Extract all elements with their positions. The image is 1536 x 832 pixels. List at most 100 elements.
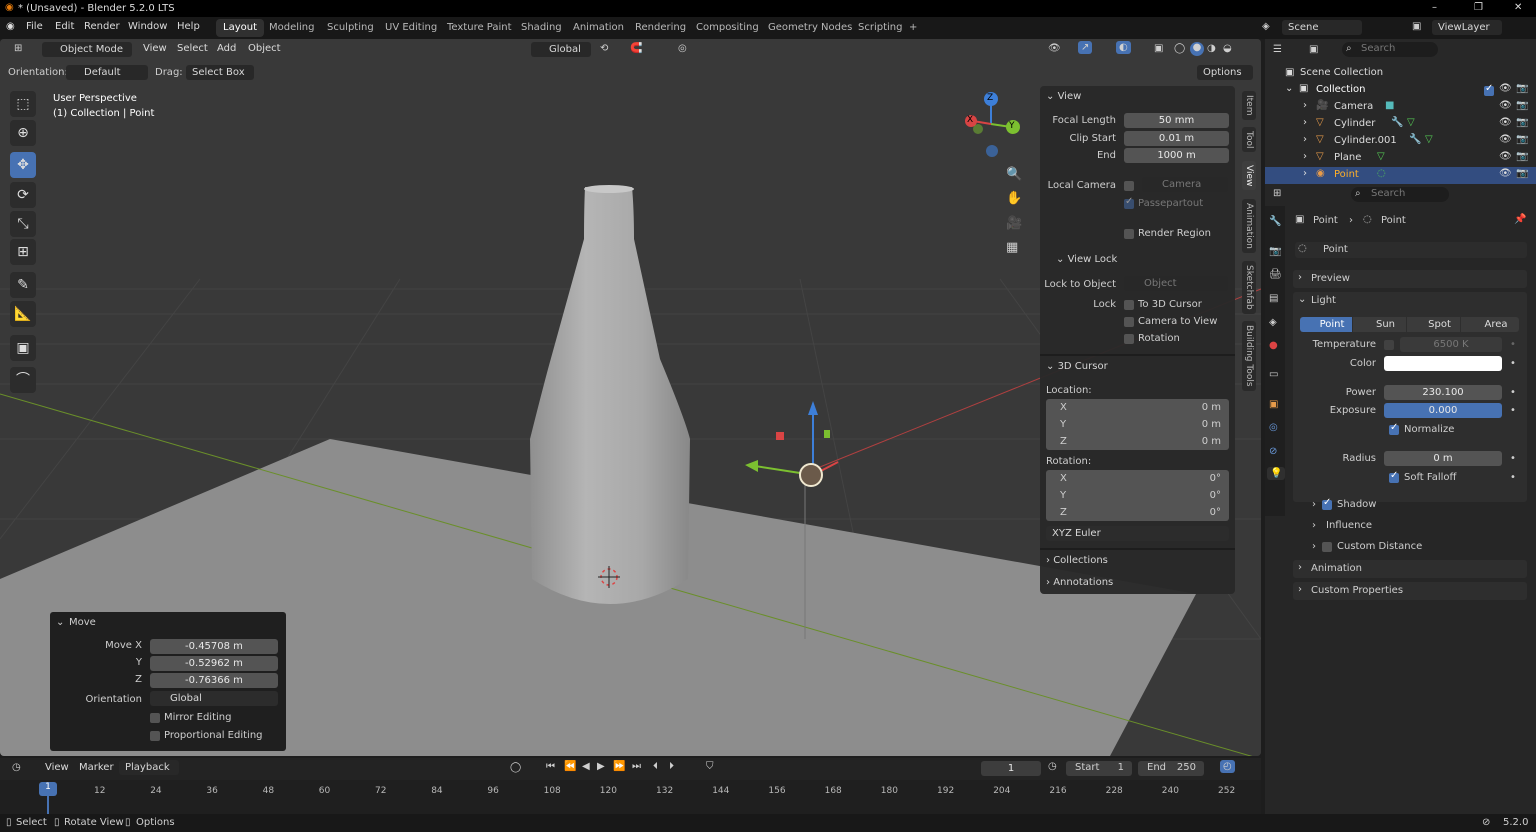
mode-selector[interactable]: Object Mode xyxy=(42,42,132,57)
custom-distance-checkbox[interactable] xyxy=(1322,542,1332,552)
mirror-editing-checkbox[interactable] xyxy=(150,713,160,723)
annotations-header[interactable]: › Annotations xyxy=(1046,577,1113,588)
preview-range-icon[interactable]: ◷ xyxy=(1048,761,1057,772)
properties-search[interactable]: ⌕ Search xyxy=(1351,187,1449,202)
rotate-tool[interactable]: ⟳ xyxy=(10,182,36,208)
collection-expand-icon[interactable]: ⌄ xyxy=(1285,83,1293,94)
snap-icon[interactable]: 🧲 xyxy=(630,43,642,54)
xray-icon[interactable]: ▣ xyxy=(1154,43,1163,54)
rotation-mode-dropdown[interactable]: XYZ Euler xyxy=(1046,526,1229,541)
collection-tab-icon[interactable]: ▭ xyxy=(1269,369,1278,380)
properties-editor-icon[interactable]: ⊞ xyxy=(1273,188,1281,199)
scene-selector[interactable]: Scene xyxy=(1282,20,1362,35)
tab-sketchfab[interactable]: Sketchfab xyxy=(1242,261,1256,314)
playback-dropdown[interactable]: Playback xyxy=(119,760,179,775)
custom-properties-section[interactable]: › Custom Properties xyxy=(1293,582,1527,600)
cylinder-001-visibility-icon[interactable]: 👁 xyxy=(1499,134,1512,145)
camera-render-icon[interactable]: 📷 xyxy=(1516,100,1528,111)
view-lock-header[interactable]: ⌄ View Lock xyxy=(1056,254,1117,265)
outliner-item-collection[interactable]: ⌄ ▣ Collection 👁 📷 xyxy=(1265,82,1536,99)
datablock-selector[interactable]: ◌ Point xyxy=(1295,242,1527,258)
point-render-icon[interactable]: 📷 xyxy=(1516,168,1528,179)
radius-field[interactable]: 0 m xyxy=(1384,451,1502,466)
move-panel-title[interactable]: Move xyxy=(69,617,96,628)
select-box-tool[interactable]: ⬚ xyxy=(10,91,36,117)
pin-icon[interactable]: 📌 xyxy=(1514,214,1526,225)
tab-animation-side[interactable]: Animation xyxy=(1242,199,1256,253)
3d-cursor-header[interactable]: ⌄ 3D Cursor xyxy=(1046,361,1108,372)
tab-modeling[interactable]: Modeling xyxy=(262,19,322,37)
tab-texture-paint[interactable]: Texture Paint xyxy=(440,19,519,37)
rotation-y-field[interactable]: 0° xyxy=(1210,490,1221,501)
cylinder-visibility-icon[interactable]: 👁 xyxy=(1499,117,1512,128)
move-y-field[interactable]: -0.52962 m xyxy=(150,656,278,671)
shading-solid-icon[interactable]: ● xyxy=(1190,42,1204,56)
tab-rendering[interactable]: Rendering xyxy=(628,19,693,37)
outliner-item-point[interactable]: › ◉ Point ◌ 👁 📷 xyxy=(1265,167,1536,184)
menu-add[interactable]: Add xyxy=(217,43,236,54)
plane-render-icon[interactable]: 📷 xyxy=(1516,151,1528,162)
scene-tab-icon[interactable]: ◈ xyxy=(1269,317,1277,328)
menu-edit[interactable]: Edit xyxy=(55,21,74,32)
shading-material-icon[interactable]: ◑ xyxy=(1207,43,1216,54)
outliner-search[interactable]: ⌕ Search xyxy=(1342,42,1438,57)
jump-end-icon[interactable]: ⏭ xyxy=(632,761,641,772)
plane-visibility-icon[interactable]: 👁 xyxy=(1499,151,1512,162)
move-orientation-dropdown[interactable]: Global xyxy=(150,691,278,706)
cylinder-render-icon[interactable]: 📷 xyxy=(1516,117,1528,128)
play-reverse-icon[interactable]: ◀ xyxy=(582,761,590,772)
render-tab-icon[interactable]: 📷 xyxy=(1269,246,1281,257)
menu-file[interactable]: File xyxy=(26,21,43,32)
rotation-z-field[interactable]: 0° xyxy=(1210,507,1221,518)
shadow-title[interactable]: Shadow xyxy=(1337,499,1376,510)
animation-section[interactable]: › Animation xyxy=(1293,560,1527,578)
move-x-field[interactable]: -0.45708 m xyxy=(150,639,278,654)
close-button[interactable]: ✕ xyxy=(1514,2,1522,13)
temperature-field[interactable]: 6500 K xyxy=(1400,337,1502,352)
minimize-button[interactable]: – xyxy=(1432,2,1437,13)
lock-cursor-checkbox[interactable] xyxy=(1124,300,1134,310)
exposure-field[interactable]: 0.000 xyxy=(1384,403,1502,418)
cylinder-001-render-icon[interactable]: 📷 xyxy=(1516,134,1528,145)
expand-icon[interactable]: › xyxy=(1303,117,1307,128)
clip-start-field[interactable]: 0.01 m xyxy=(1124,131,1229,146)
tab-animation[interactable]: Animation xyxy=(566,19,631,37)
custom-distance-title[interactable]: Custom Distance xyxy=(1337,541,1422,552)
menu-view[interactable]: View xyxy=(143,43,167,54)
keying-icon[interactable]: ⛉ xyxy=(706,761,714,772)
view-section-header[interactable]: ⌄ View xyxy=(1046,91,1081,102)
proportional-icon[interactable]: ◎ xyxy=(678,43,687,54)
jump-start-icon[interactable]: ⏮ xyxy=(546,761,555,772)
move-tool[interactable]: ✥ xyxy=(10,152,36,178)
collection-visibility-icon[interactable]: 👁 xyxy=(1499,83,1512,94)
tab-scripting[interactable]: Scripting xyxy=(851,19,909,37)
expand-icon[interactable]: › xyxy=(1303,168,1307,179)
end-frame-field[interactable]: End 250 xyxy=(1138,761,1204,776)
tab-geometry-nodes[interactable]: Geometry Nodes xyxy=(761,19,859,37)
prev-keyframe-icon[interactable]: ⏪ xyxy=(564,761,576,772)
tab-tool[interactable]: Tool xyxy=(1242,127,1256,153)
focal-length-field[interactable]: 50 mm xyxy=(1124,113,1229,128)
menu-help[interactable]: Help xyxy=(177,21,200,32)
ortho-grid-icon[interactable]: ▦ xyxy=(1006,240,1018,255)
tab-compositing[interactable]: Compositing xyxy=(689,19,766,37)
collection-render-icon[interactable]: 📷 xyxy=(1516,83,1528,94)
outliner-item-cylinder-001[interactable]: › ▽ Cylinder.001 🔧 ▽ 👁 📷 xyxy=(1265,133,1536,150)
outliner-editor-icon[interactable]: ☰ xyxy=(1273,44,1282,55)
temperature-checkbox[interactable] xyxy=(1384,340,1394,350)
cursor-z-field[interactable]: 0 m xyxy=(1202,436,1221,447)
zoom-icon[interactable]: 🔍 xyxy=(1006,167,1022,182)
camera-view-icon[interactable]: 🎥 xyxy=(1006,216,1022,231)
shading-wireframe-icon[interactable]: ◯ xyxy=(1174,43,1185,54)
current-frame-field[interactable]: 1 xyxy=(981,761,1041,776)
playhead[interactable]: 1 xyxy=(39,782,57,796)
light-type-spot[interactable]: Spot xyxy=(1407,317,1460,332)
outliner-item-cylinder[interactable]: › ▽ Cylinder 🔧 ▽ 👁 📷 xyxy=(1265,116,1536,133)
blender-menu-icon[interactable]: ◉ xyxy=(6,21,15,32)
move-z-field[interactable]: -0.76366 m xyxy=(150,673,278,688)
menu-select[interactable]: Select xyxy=(177,43,208,54)
output-tab-icon[interactable]: 🖨 xyxy=(1269,269,1282,280)
next-marker-icon[interactable]: ⏵ xyxy=(669,761,674,772)
menu-render[interactable]: Render xyxy=(84,21,120,32)
prev-marker-icon[interactable]: ⏴ xyxy=(653,761,658,772)
